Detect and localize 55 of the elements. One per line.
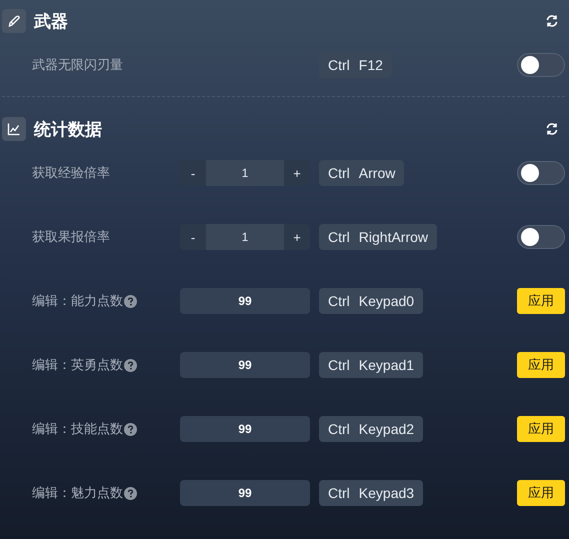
hotkey-chip[interactable]: Ctrl Keypad3 [319,480,424,506]
hotkey-chip[interactable]: Ctrl Keypad1 [319,352,424,378]
help-icon[interactable] [124,358,137,372]
key-label: F12 [358,57,383,73]
help-icon[interactable] [124,422,137,436]
key-label: Arrow [358,165,396,181]
key-label: Ctrl [328,165,350,181]
help-icon[interactable] [124,486,137,500]
hotkey-chip[interactable]: Ctrl Keypad0 [319,288,424,314]
toggle-switch[interactable] [517,225,565,249]
setting-label: 获取果报倍率 [32,228,110,246]
key-label: Ctrl [328,57,350,73]
key-label: Ctrl [328,293,350,309]
hotkey-chip[interactable]: Ctrl Keypad2 [319,416,424,442]
value-field[interactable]: 99 [180,480,310,506]
help-icon[interactable] [124,294,137,308]
value-field[interactable]: 99 [180,352,310,378]
number-field[interactable]: 1 [206,224,284,250]
key-label: Ctrl [328,485,350,501]
decrement-button[interactable]: - [180,224,206,250]
refresh-icon[interactable] [545,14,559,28]
hotkey-chip[interactable]: Ctrl F12 [319,52,392,78]
key-label: RightArrow [358,229,428,245]
key-label: Keypad3 [358,485,414,501]
setting-label: 编辑：能力点数 [32,292,123,310]
hotkey-chip[interactable]: Ctrl Arrow [319,160,404,186]
line-chart-icon [7,122,21,136]
section-title: 武器 [34,10,68,32]
key-label: Keypad2 [358,421,414,437]
key-label: Keypad0 [358,293,414,309]
value-field[interactable]: 99 [180,288,310,314]
setting-label: 编辑：魅力点数 [32,484,123,502]
value-field[interactable]: 99 [180,416,310,442]
key-label: Ctrl [328,421,350,437]
apply-button[interactable]: 应用 [517,288,565,314]
increment-button[interactable]: + [284,160,310,186]
number-field[interactable]: 1 [206,160,284,186]
pen-icon [7,14,21,28]
key-label: Keypad1 [358,357,414,373]
section-title: 统计数据 [34,118,102,140]
toggle-switch[interactable] [517,161,565,185]
setting-label: 武器无限闪刃量 [32,56,123,74]
hotkey-chip[interactable]: Ctrl RightArrow [319,224,438,250]
decrement-button[interactable]: - [180,160,206,186]
setting-label: 编辑：英勇点数 [32,356,123,374]
toggle-switch[interactable] [517,53,565,77]
key-label: Ctrl [328,229,350,245]
apply-button[interactable]: 应用 [517,416,565,442]
apply-button[interactable]: 应用 [517,480,565,506]
increment-button[interactable]: + [284,224,310,250]
key-label: Ctrl [328,357,350,373]
refresh-icon[interactable] [545,122,559,136]
apply-button[interactable]: 应用 [517,352,565,378]
setting-label: 编辑：技能点数 [32,420,123,438]
setting-label: 获取经验倍率 [32,164,110,182]
